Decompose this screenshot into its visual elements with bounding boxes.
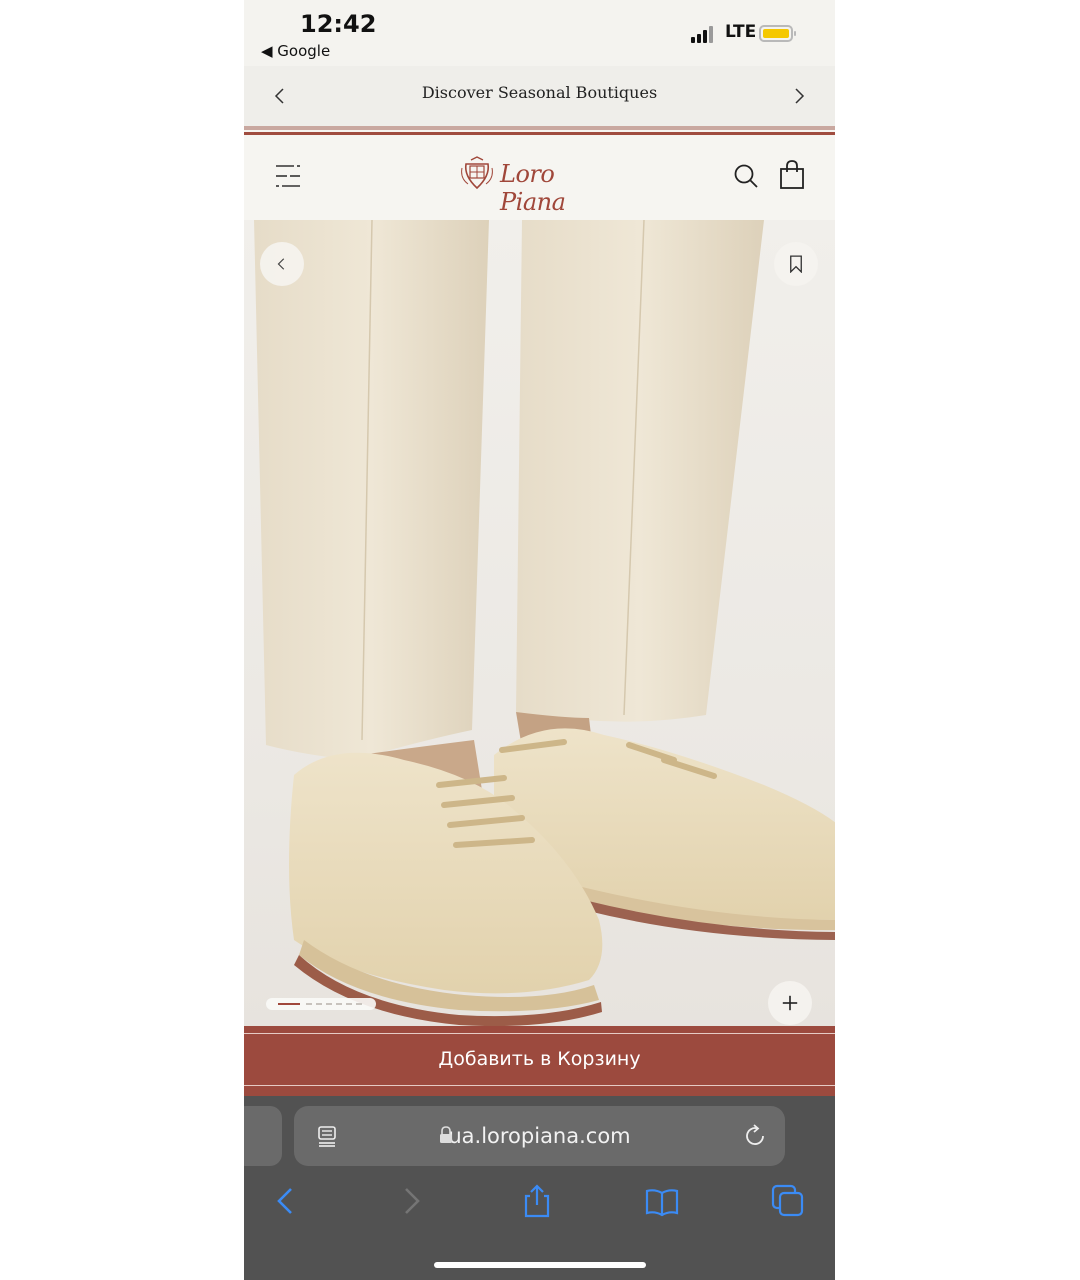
chevron-right-icon[interactable] <box>791 88 807 104</box>
site-header: Loro Piana <box>244 136 835 220</box>
hamburger-icon[interactable] <box>274 162 302 190</box>
search-icon[interactable] <box>732 162 760 190</box>
chevron-left-icon <box>277 258 285 270</box>
back-icon[interactable] <box>268 1184 302 1218</box>
battery-icon <box>759 25 796 42</box>
brand-logo[interactable]: Loro Piana <box>460 154 620 216</box>
bookmark-icon <box>790 255 802 273</box>
gallery-pagination[interactable] <box>266 998 376 1010</box>
brand-wordmark: Loro Piana <box>500 160 566 216</box>
phone-screen: 12:42 ◀ Google LTE Discover Seasonal Bou… <box>244 0 835 1280</box>
browser-toolbar: ua.loropiana.com <box>244 1096 835 1280</box>
lock-icon <box>439 1126 453 1144</box>
signal-icon <box>691 25 719 43</box>
announcement-bar: Discover Seasonal Boutiques <box>244 66 835 126</box>
product-photo <box>254 220 835 1026</box>
tabs-icon[interactable] <box>771 1184 805 1218</box>
zoom-button[interactable] <box>768 981 812 1025</box>
brand-stripes <box>244 126 835 136</box>
bookmarks-icon[interactable] <box>645 1184 679 1218</box>
address-bar[interactable]: ua.loropiana.com <box>294 1106 785 1166</box>
plus-icon <box>782 995 798 1011</box>
status-time: 12:42 <box>300 10 377 38</box>
network-label: LTE <box>725 22 757 42</box>
forward-icon[interactable] <box>395 1184 429 1218</box>
share-icon[interactable] <box>520 1184 554 1218</box>
shopping-bag-icon[interactable] <box>778 160 806 190</box>
product-image[interactable] <box>244 220 835 1026</box>
gallery-back-button[interactable] <box>260 242 304 286</box>
reload-icon[interactable] <box>742 1123 768 1149</box>
previous-tab-preview[interactable] <box>244 1106 282 1166</box>
announcement-text[interactable]: Discover Seasonal Boutiques <box>244 83 835 102</box>
add-to-cart-button[interactable]: Добавить в Корзину <box>244 1026 835 1096</box>
url-text: ua.loropiana.com <box>448 1124 631 1148</box>
bookmark-button[interactable] <box>774 242 818 286</box>
home-indicator <box>434 1262 646 1268</box>
add-to-cart-label: Добавить в Корзину <box>438 1048 641 1070</box>
back-to-app-link[interactable]: ◀ Google <box>261 42 330 60</box>
status-bar: 12:42 ◀ Google LTE <box>244 0 835 66</box>
crest-icon <box>460 156 494 192</box>
